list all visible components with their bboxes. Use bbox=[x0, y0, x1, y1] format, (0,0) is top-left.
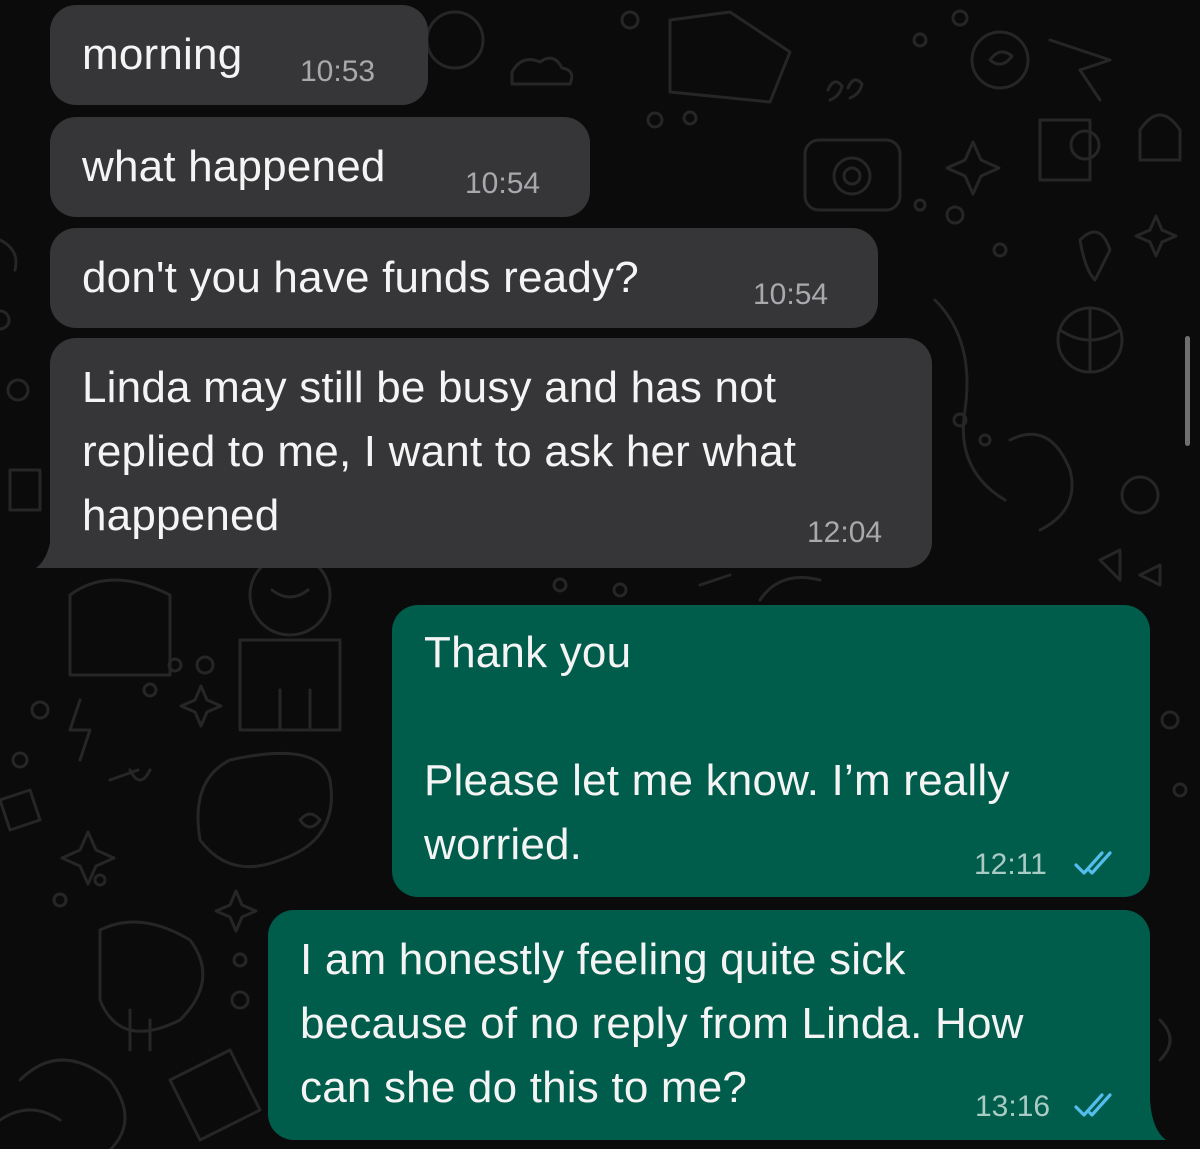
message-text: what happened bbox=[82, 142, 386, 191]
message-bubble-outgoing[interactable]: I am honestly feeling quite sick because… bbox=[268, 910, 1150, 1140]
chat-view[interactable]: morning 10:53 what happened 10:54 don't … bbox=[0, 0, 1200, 1149]
message-time: 10:54 bbox=[753, 278, 829, 311]
message-text: Thank you Please let me know. I’m really… bbox=[424, 628, 1010, 869]
message-time: 10:54 bbox=[465, 167, 541, 200]
message-bubble-incoming[interactable]: what happened 10:54 bbox=[50, 117, 590, 217]
double-check-icon bbox=[1074, 851, 1112, 875]
message-text: morning bbox=[82, 30, 243, 79]
message-text: Linda may still be busy and has not repl… bbox=[82, 363, 797, 540]
message-bubble-outgoing[interactable]: Thank you Please let me know. I’m really… bbox=[392, 605, 1150, 897]
message-time: 12:04 bbox=[807, 516, 883, 549]
double-check-icon bbox=[1074, 1093, 1112, 1117]
message-time: 10:53 bbox=[300, 55, 376, 88]
message-time: 12:11 bbox=[974, 848, 1047, 881]
message-bubble-incoming[interactable]: Linda may still be busy and has not repl… bbox=[50, 338, 932, 568]
message-bubble-incoming[interactable]: don't you have funds ready? 10:54 bbox=[50, 228, 878, 328]
message-bubble-incoming[interactable]: morning 10:53 bbox=[50, 5, 428, 105]
scroll-indicator[interactable] bbox=[1185, 336, 1190, 446]
message-text: I am honestly feeling quite sick because… bbox=[300, 935, 1024, 1112]
message-text: don't you have funds ready? bbox=[82, 253, 639, 302]
message-time: 13:16 bbox=[975, 1090, 1051, 1123]
